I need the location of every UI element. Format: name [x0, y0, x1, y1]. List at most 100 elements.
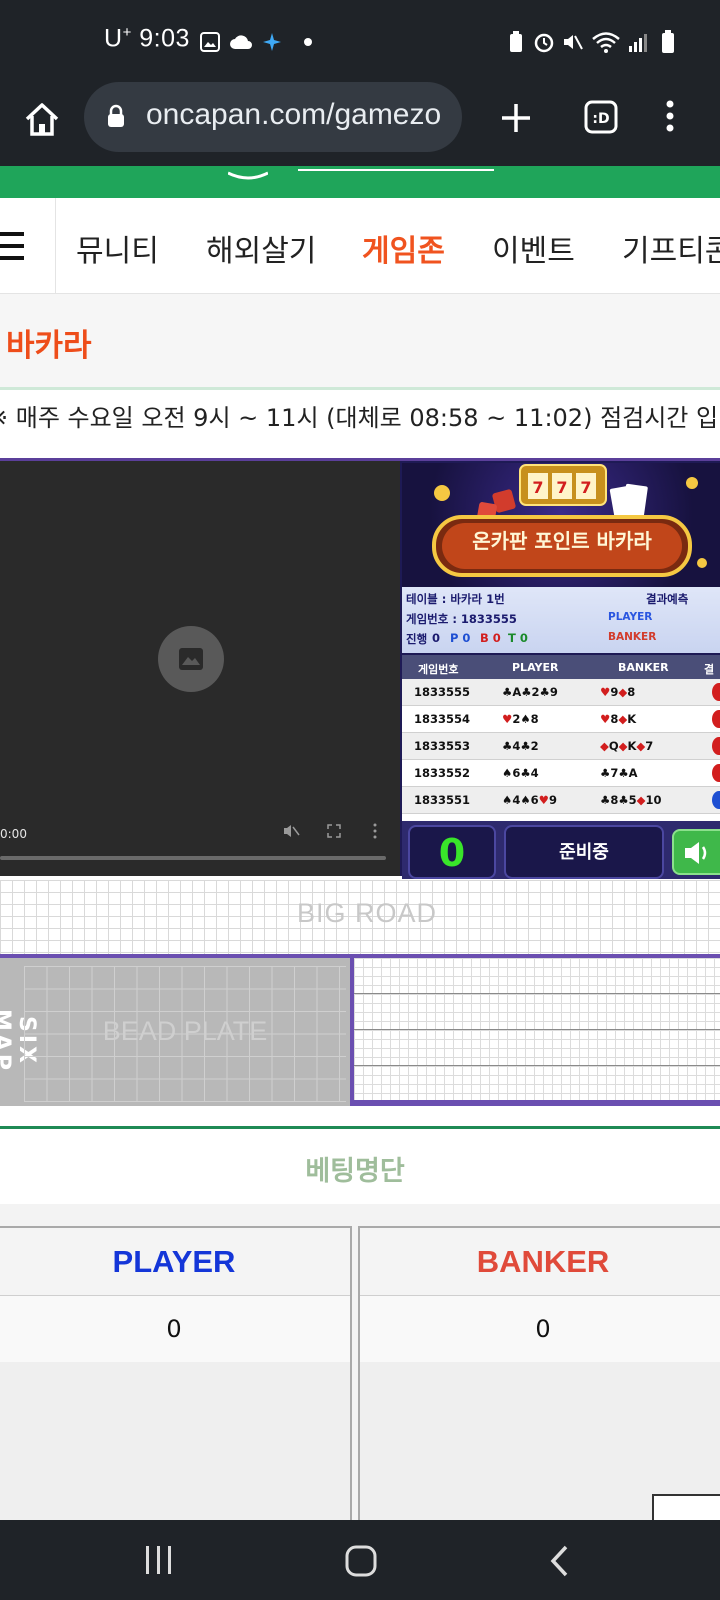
- mute-icon: [560, 30, 584, 54]
- live-video[interactable]: 0:00: [0, 458, 400, 876]
- recent-apps-icon[interactable]: [144, 1544, 174, 1580]
- svg-text::D: :D: [592, 111, 609, 127]
- page-title: 바카라: [6, 328, 92, 364]
- cell-game-no: 1833551: [414, 793, 471, 807]
- main-nav: 뮤니티 해외살기 게임존 이벤트 기프티콘: [0, 198, 720, 294]
- col-player: PLAYER: [512, 661, 559, 674]
- new-tab-icon[interactable]: [496, 98, 536, 138]
- cell-player: ♣A♣2♣9: [502, 685, 558, 699]
- menu-button[interactable]: [0, 198, 56, 294]
- bead-plate-label: BEAD PLATE: [102, 1016, 268, 1046]
- progress-banker: B 0: [480, 631, 501, 645]
- table-row: 1833555 ♣A♣2♣9 ♥9◆8: [402, 679, 720, 706]
- game-info: 테이블 : 바카라 1번 결과예측 게임번호 : 1833555 PLAYER …: [402, 587, 720, 653]
- nav-item-overseas[interactable]: 해외살기: [206, 226, 316, 270]
- predict-banker: BANKER: [608, 631, 657, 643]
- cell-player: ♠4♠6♥9: [502, 793, 557, 807]
- nav-item-gifticon[interactable]: 기프티콘: [622, 226, 720, 270]
- lock-icon: [106, 104, 126, 132]
- more-menu-icon[interactable]: [658, 96, 682, 136]
- cell-banker: ♥9◆8: [600, 685, 636, 699]
- cell-game-no: 1833555: [414, 685, 471, 699]
- big-road: BIG ROAD: [0, 880, 720, 954]
- battery-icon: [656, 30, 680, 54]
- progress-label: 진행: [406, 632, 428, 646]
- nav-item-gamezone[interactable]: 게임존: [362, 226, 445, 270]
- back-icon[interactable]: [548, 1544, 572, 1582]
- carrier-label: U: [104, 24, 123, 53]
- cell-player: ♠6♣4: [502, 766, 539, 780]
- player-bets-title: PLAYER: [0, 1228, 350, 1296]
- road-maps: SIX MAP BEAD PLATE: [0, 954, 720, 1106]
- image-icon: [198, 30, 222, 54]
- player-bets: PLAYER 0: [0, 1226, 352, 1526]
- volume-off-icon[interactable]: [282, 823, 300, 843]
- cell-game-no: 1833554: [414, 712, 471, 726]
- banker-bets-count: 0: [360, 1296, 720, 1362]
- image-placeholder-icon[interactable]: [158, 626, 224, 692]
- cell-banker: ♣8♣5◆10: [600, 793, 662, 807]
- logo-underline: [298, 169, 494, 171]
- tab-switcher-icon[interactable]: :D: [582, 96, 622, 136]
- table-row: 1833552 ♠6♣4 ♣7♣A: [402, 760, 720, 787]
- countdown: 0: [408, 825, 496, 879]
- bet-list-title: 베팅명단: [305, 1156, 405, 1187]
- battery-saver-icon: [504, 30, 528, 54]
- maintenance-notice: ※ 매주 수요일 오전 9시 ~ 11시 (대체로 08:58 ~ 11:02)…: [0, 398, 720, 434]
- signal-icon: [626, 30, 650, 54]
- result-dot: [712, 764, 720, 782]
- progress-player: P 0: [450, 631, 471, 645]
- video-time: 0:00: [0, 827, 27, 841]
- system-nav-bar: [0, 1520, 720, 1600]
- bead-plate: BEAD PLATE: [24, 966, 346, 1102]
- banker-bets: BANKER 0: [358, 1226, 720, 1526]
- result-dot: [712, 683, 720, 701]
- notice-text: ※ 매주 수요일 오전 9시 ~ 11시 (대체로 08:58 ~ 11:02)…: [0, 404, 720, 432]
- assistant-icon: [260, 30, 284, 54]
- page-header: 바카라: [0, 294, 720, 390]
- home-nav-icon[interactable]: [344, 1544, 378, 1582]
- table-row: 1833554 ♥2♠8 ♥8◆K: [402, 706, 720, 733]
- status-bar: U+ 9:03: [0, 0, 720, 86]
- svg-text:7: 7: [580, 478, 591, 497]
- cell-banker: ♣7♣A: [600, 766, 638, 780]
- results-header: 게임번호 PLAYER BANKER 결: [402, 655, 720, 679]
- video-progress[interactable]: [0, 856, 386, 860]
- cell-player: ♥2♠8: [502, 712, 539, 726]
- browser-toolbar: oncapan.com/gamezo :D: [0, 82, 720, 166]
- nav-item-community[interactable]: 뮤니티: [76, 226, 159, 270]
- predict-player: PLAYER: [608, 611, 653, 623]
- cell-banker: ◆Q◆K◆7: [600, 739, 654, 753]
- svg-text:7: 7: [532, 478, 543, 497]
- table-row: 1833553 ♣4♣2 ◆Q◆K◆7: [402, 733, 720, 760]
- alarm-icon: [532, 30, 556, 54]
- fullscreen-icon[interactable]: [326, 823, 342, 843]
- cell-player: ♣4♣2: [502, 739, 539, 753]
- site-header-band: [0, 166, 720, 198]
- table-row: 1833551 ♠4♠6♥9 ♣8♣5◆10: [402, 787, 720, 814]
- url-text: oncapan.com/gamezo: [146, 98, 442, 131]
- predict-label: 결과예측: [646, 592, 689, 606]
- logo-fragment: [227, 166, 269, 180]
- speaker-icon[interactable]: [672, 829, 720, 875]
- player-bets-count: 0: [0, 1296, 350, 1362]
- table-label: 테이블 : 바카라 1번: [406, 592, 505, 606]
- progress-total: 0: [432, 631, 441, 645]
- six-map: SIX MAP BEAD PLATE: [0, 958, 350, 1106]
- game-banner: 7 7 7 온카판 포인트 바카라: [402, 463, 720, 587]
- progress-tie: T 0: [508, 631, 528, 645]
- result-dot: [712, 791, 720, 809]
- home-icon[interactable]: [22, 100, 62, 140]
- result-dot: [712, 737, 720, 755]
- bet-list: PLAYER 0 BANKER 0: [0, 1204, 720, 1526]
- col-result: 결: [704, 663, 715, 676]
- video-more-icon[interactable]: [372, 823, 378, 843]
- big-road-label: BIG ROAD: [296, 898, 438, 928]
- col-banker: BANKER: [618, 661, 669, 674]
- nav-item-event[interactable]: 이벤트: [492, 226, 575, 270]
- baccarat-panel: 7 7 7 온카판 포인트 바카라 테이블 : 바카라 1번 결과예측 게임번호…: [400, 458, 720, 879]
- cell-banker: ♥8◆K: [600, 712, 637, 726]
- result-dot: [712, 710, 720, 728]
- status-button[interactable]: 준비중: [504, 825, 664, 879]
- url-field[interactable]: oncapan.com/gamezo: [84, 82, 462, 152]
